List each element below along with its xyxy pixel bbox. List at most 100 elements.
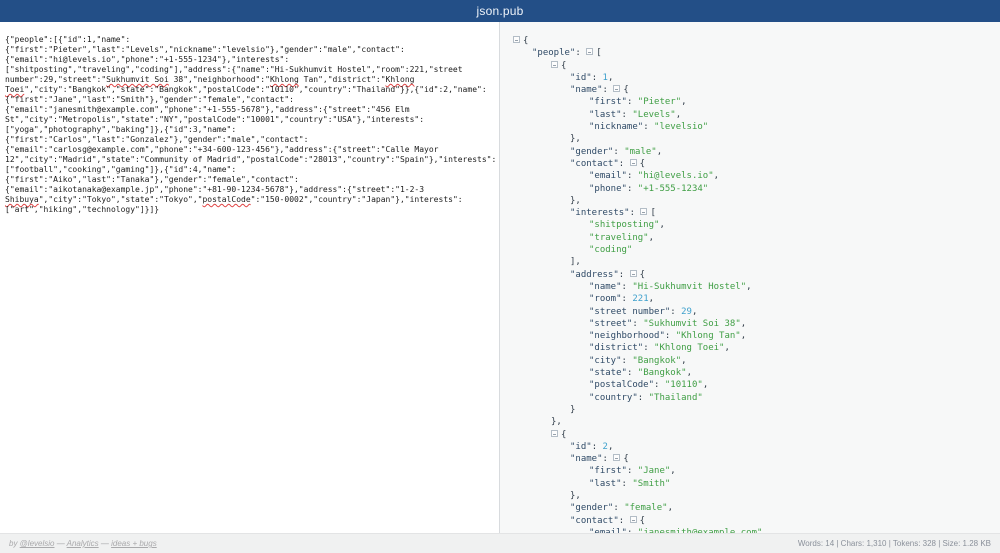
tree-line: "street number": 29, xyxy=(513,306,1000,318)
json-punctuation: }, xyxy=(570,196,581,206)
editor-line: 12","city":"Madrid","state":"Community o… xyxy=(5,155,494,165)
json-key: "gender" xyxy=(570,147,613,157)
json-key: "id" xyxy=(570,442,592,452)
json-tree-pane[interactable]: {"people": [{"id": 1,"name": {"first": "… xyxy=(500,22,1000,533)
tree-line: "name": { xyxy=(513,453,1000,465)
json-value-string: "traveling" xyxy=(589,233,649,243)
tree-line: "neighborhood": "Khlong Tan", xyxy=(513,330,1000,342)
collapse-toggle-icon[interactable] xyxy=(551,61,558,68)
tree-line: "traveling", xyxy=(513,232,1000,244)
collapse-toggle-icon[interactable] xyxy=(613,454,620,461)
json-punctuation: : xyxy=(670,307,681,317)
json-value-string: "Bangkok" xyxy=(632,356,681,366)
json-value-string: "Sukhumvit Soi 38" xyxy=(643,319,741,329)
json-punctuation: { xyxy=(561,61,566,71)
feedback-link[interactable]: ideas + bugs xyxy=(111,539,157,548)
editor-line: ["shitposting","traveling","coding"],"ad… xyxy=(5,65,494,75)
tree-line: } xyxy=(513,404,1000,416)
json-punctuation: { xyxy=(640,516,645,526)
footer-bar: by @levelsio — Analytics — ideas + bugs … xyxy=(0,533,1000,553)
json-value-string: "male" xyxy=(624,147,657,157)
collapse-toggle-icon[interactable] xyxy=(613,85,620,92)
editor-line: number":29,"street":"Sukhumvit Soi 38","… xyxy=(5,75,494,85)
editor-text: {"email":"hi@levels.io","phone":"+1-555-… xyxy=(5,55,289,64)
json-punctuation: , xyxy=(681,97,686,107)
json-punctuation: : xyxy=(627,368,638,378)
json-punctuation: : xyxy=(592,442,603,452)
json-punctuation: , xyxy=(676,110,681,120)
json-punctuation: : xyxy=(603,85,614,95)
json-value-string: "Bangkok" xyxy=(638,368,687,378)
json-input-editor[interactable]: {"people":[{"id":1,"name":{"first":"Piet… xyxy=(0,22,500,533)
json-punctuation: : xyxy=(619,270,630,280)
json-punctuation: : xyxy=(613,147,624,157)
json-punctuation: , xyxy=(649,233,654,243)
tree-line: "postalCode": "10110", xyxy=(513,379,1000,391)
editor-text: {"first":"Carlos","last":"Gonzalez"},"ge… xyxy=(5,135,308,144)
json-key: "contact" xyxy=(570,516,619,526)
json-key: "first" xyxy=(589,466,627,476)
json-punctuation: : xyxy=(592,73,603,83)
editor-line: {"email":"janesmith@example.com","phone"… xyxy=(5,105,494,115)
json-key: "last" xyxy=(589,479,622,489)
misspelled-word: postalCode xyxy=(202,195,250,204)
collapse-toggle-icon[interactable] xyxy=(551,430,558,437)
json-punctuation: } xyxy=(570,405,575,415)
json-value-string: "coding" xyxy=(589,245,632,255)
doc-stats: Words: 14 | Chars: 1,310 | Tokens: 328 |… xyxy=(798,539,991,548)
tree-line: "first": "Jane", xyxy=(513,465,1000,477)
collapse-toggle-icon[interactable] xyxy=(513,36,520,43)
tree-line: "nickname": "levelsio" xyxy=(513,121,1000,133)
editor-line: {"email":"aikotanaka@example.jp","phone"… xyxy=(5,185,494,195)
json-punctuation: : xyxy=(622,110,633,120)
json-value-string: "Jane" xyxy=(638,466,671,476)
analytics-link[interactable]: Analytics xyxy=(67,539,99,548)
json-punctuation: : xyxy=(627,97,638,107)
json-key: "email" xyxy=(589,528,627,533)
json-key: "neighborhood" xyxy=(589,331,665,341)
tree-line: "id": 2, xyxy=(513,441,1000,453)
tree-line: "first": "Pieter", xyxy=(513,96,1000,108)
json-punctuation: : xyxy=(622,356,633,366)
json-punctuation: , xyxy=(724,343,729,353)
editor-line: {"first":"Pieter","last":"Levels","nickn… xyxy=(5,45,494,55)
json-punctuation: , xyxy=(762,528,767,533)
editor-text: {"people":[{"id":1,"name": xyxy=(5,35,130,44)
tree-line: "address": { xyxy=(513,269,1000,281)
json-punctuation: }, xyxy=(551,417,562,427)
json-value-string: "Levels" xyxy=(632,110,675,120)
editor-text: 38","neighborhood":" xyxy=(169,75,270,84)
collapse-toggle-icon[interactable] xyxy=(640,208,647,215)
tree-line: { xyxy=(513,60,1000,72)
json-punctuation: , xyxy=(746,282,751,292)
json-punctuation: : xyxy=(603,454,614,464)
editor-line: {"first":"Aiko","last":"Tanaka"},"gender… xyxy=(5,175,494,185)
tree-line: "contact": { xyxy=(513,515,1000,527)
tree-line: "city": "Bangkok", xyxy=(513,355,1000,367)
editor-text: {"first":"Pieter","last":"Levels","nickn… xyxy=(5,45,405,54)
json-punctuation: : xyxy=(632,319,643,329)
json-key: "id" xyxy=(570,73,592,83)
json-punctuation: : xyxy=(575,48,586,58)
tree-line: "street": "Sukhumvit Soi 38", xyxy=(513,318,1000,330)
collapse-toggle-icon[interactable] xyxy=(630,270,637,277)
collapse-toggle-icon[interactable] xyxy=(630,516,637,523)
json-punctuation: }, xyxy=(570,491,581,501)
editor-text: {"email":"carlosg@example.com","phone":"… xyxy=(5,145,438,154)
json-key: "postalCode" xyxy=(589,380,654,390)
tree-line: "name": { xyxy=(513,84,1000,96)
json-punctuation: : xyxy=(643,343,654,353)
tree-line: "shitposting", xyxy=(513,219,1000,231)
tree-line: "id": 1, xyxy=(513,72,1000,84)
json-punctuation: : xyxy=(643,122,654,132)
editor-line: {"email":"carlosg@example.com","phone":"… xyxy=(5,145,494,155)
json-value-string: "hi@levels.io" xyxy=(638,171,714,181)
collapse-toggle-icon[interactable] xyxy=(630,159,637,166)
json-punctuation: , xyxy=(668,503,673,513)
author-link[interactable]: @levelsio xyxy=(20,539,55,548)
json-punctuation: { xyxy=(623,454,628,464)
footer-credit: by @levelsio — Analytics — ideas + bugs xyxy=(9,539,157,548)
tree-line: }, xyxy=(513,490,1000,502)
json-punctuation: : xyxy=(627,184,638,194)
collapse-toggle-icon[interactable] xyxy=(586,48,593,55)
